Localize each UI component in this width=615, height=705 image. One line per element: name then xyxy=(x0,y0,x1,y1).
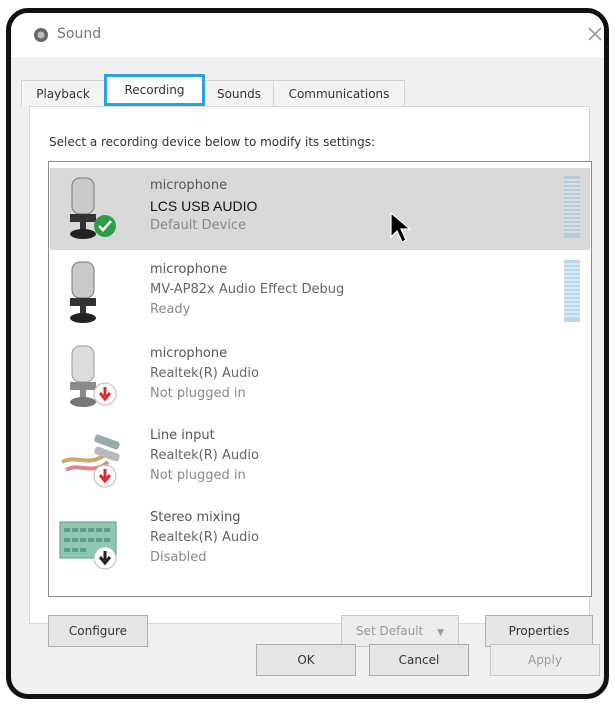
tab-recording[interactable]: Recording xyxy=(104,74,205,106)
device-status: Ready xyxy=(150,302,191,317)
cancel-button[interactable]: Cancel xyxy=(369,644,469,676)
sound-dialog: Sound Playback Recording Sounds Communic… xyxy=(6,8,609,699)
default-check-icon xyxy=(94,215,116,237)
device-status: Disabled xyxy=(150,550,207,565)
speaker-icon xyxy=(34,28,48,42)
device-name: Stereo mixing xyxy=(150,510,241,525)
mouse-cursor-icon xyxy=(390,211,412,243)
device-description: Realtek(R) Audio xyxy=(150,530,259,545)
unplugged-arrow-icon xyxy=(93,464,117,488)
ok-button[interactable]: OK xyxy=(256,644,356,676)
set-default-button[interactable]: Set Default ▼ xyxy=(341,615,459,647)
close-icon[interactable] xyxy=(584,23,606,45)
device-item-lcs-usb-audio[interactable]: microphone LCS USB AUDIO Default Device xyxy=(50,168,590,250)
device-description: MV-AP82x Audio Effect Debug xyxy=(150,282,345,297)
tab-communications[interactable]: Communications xyxy=(273,80,405,106)
device-item-line-input[interactable]: Line input Realtek(R) Audio Not plugged … xyxy=(50,418,590,500)
device-description: Realtek(R) Audio xyxy=(150,366,259,381)
level-meter xyxy=(564,176,580,238)
tab-sounds[interactable]: Sounds xyxy=(204,80,274,106)
device-name: microphone xyxy=(150,262,228,277)
device-status: Not plugged in xyxy=(150,386,246,401)
set-default-label: Set Default xyxy=(355,624,424,638)
device-item-stereo-mixing[interactable]: Stereo mixing Realtek(R) Audio Disabled xyxy=(50,500,590,582)
device-status: Default Device xyxy=(150,218,247,233)
unplugged-arrow-icon xyxy=(93,382,117,406)
title-bar: Sound xyxy=(11,13,604,57)
window-title: Sound xyxy=(57,26,102,42)
instruction-text: Select a recording device below to modif… xyxy=(49,135,376,149)
device-list[interactable]: microphone LCS USB AUDIO Default Device xyxy=(48,161,592,597)
device-name: Line input xyxy=(150,428,215,443)
device-description: Realtek(R) Audio xyxy=(150,448,259,463)
tab-playback[interactable]: Playback xyxy=(21,80,105,106)
device-item-realtek-microphone[interactable]: microphone Realtek(R) Audio Not plugged … xyxy=(50,336,590,418)
device-name: microphone xyxy=(150,178,228,193)
apply-button[interactable]: Apply xyxy=(490,644,600,676)
set-default-dropdown-icon[interactable]: ▼ xyxy=(437,628,444,638)
device-name: microphone xyxy=(150,346,228,361)
device-item-mv-ap82x[interactable]: microphone MV-AP82x Audio Effect Debug R… xyxy=(50,252,590,334)
recording-panel: Select a recording device below to modif… xyxy=(29,106,593,647)
microphone-icon xyxy=(70,261,96,323)
device-status: Not plugged in xyxy=(150,468,246,483)
device-description: LCS USB AUDIO xyxy=(150,198,258,214)
properties-button[interactable]: Properties xyxy=(485,615,593,647)
disabled-arrow-icon xyxy=(93,546,117,570)
configure-button[interactable]: Configure xyxy=(48,615,148,647)
tab-strip: Playback Recording Sounds Communications xyxy=(11,74,604,108)
level-meter xyxy=(564,260,580,322)
